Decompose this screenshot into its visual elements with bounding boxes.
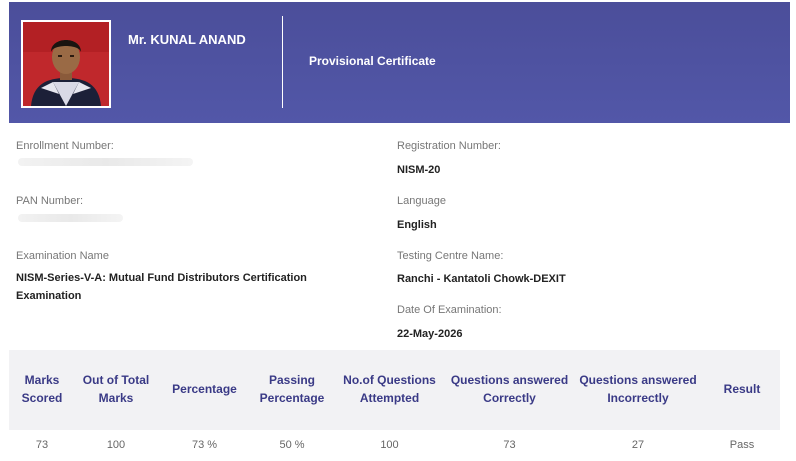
header-out-of-total-marks: Out of Total Marks: [82, 373, 150, 405]
examination-name-label: Examination Name: [16, 250, 109, 262]
header-questions-attempted: No.of Questions Attempted: [343, 373, 436, 405]
registration-number-value: NISM-20: [397, 164, 441, 176]
header-divider: [282, 16, 283, 108]
date-of-examination-label: Date Of Examination:: [397, 304, 502, 316]
candidate-photo-icon: [23, 22, 109, 106]
holder-name: Mr. KUNAL ANAND: [128, 32, 246, 47]
candidate-photo: [21, 20, 111, 108]
cell-questions-correct: 73: [503, 439, 516, 451]
registration-number-label: Registration Number:: [397, 140, 501, 152]
results-table: Marks Scored Out of Total Marks Percenta…: [9, 350, 780, 461]
header-passing-percentage: Passing Percentage: [259, 373, 325, 405]
table-row: 73 100 73 % 50 % 100 73 27 Pass: [9, 428, 780, 461]
pan-number-redacted: [18, 214, 123, 222]
enrollment-number-redacted: [18, 158, 193, 166]
date-of-examination-value: 22-May-2026: [397, 328, 463, 340]
header-marks-scored: Marks Scored: [21, 373, 63, 405]
header-result: Result: [723, 382, 761, 396]
cell-passing-percentage: 50 %: [279, 439, 305, 451]
cell-questions-incorrect: 27: [631, 439, 645, 451]
enrollment-number-label: Enrollment Number:: [16, 140, 114, 152]
certificate-header: Mr. KUNAL ANAND Provisional Certificate: [9, 2, 790, 123]
testing-centre-label: Testing Centre Name:: [397, 250, 504, 262]
cell-questions-attempted: 100: [380, 439, 399, 451]
cell-result: Pass: [729, 439, 755, 451]
results-header-row: Marks Scored Out of Total Marks Percenta…: [9, 350, 780, 428]
certificate-type: Provisional Certificate: [309, 54, 436, 68]
cell-marks-scored: 73: [35, 439, 49, 451]
header-questions-correct: Questions answered Correctly: [450, 373, 569, 405]
language-label: Language: [397, 195, 446, 207]
header-questions-incorrect: Questions answered Incorrectly: [579, 373, 697, 405]
cell-percentage: 73 %: [191, 439, 218, 451]
language-value: English: [397, 219, 437, 231]
pan-number-label: PAN Number:: [16, 195, 84, 207]
examination-name-value: NISM-Series-V-A: Mutual Fund Distributor…: [16, 272, 307, 302]
header-percentage: Percentage: [172, 382, 237, 396]
cell-out-of-total-marks: 100: [106, 439, 126, 451]
testing-centre-value: Ranchi - Kantatoli Chowk-DEXIT: [397, 273, 566, 285]
